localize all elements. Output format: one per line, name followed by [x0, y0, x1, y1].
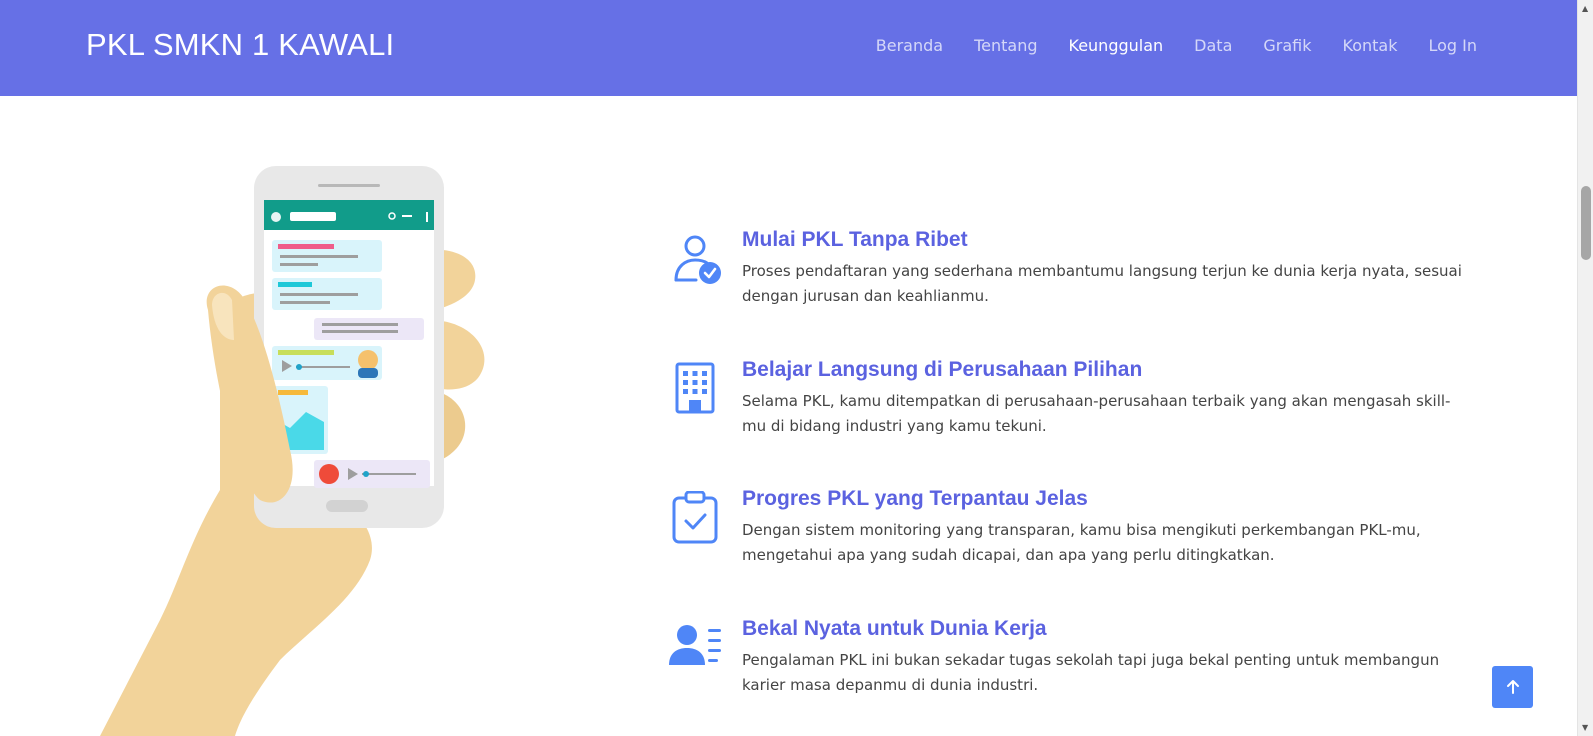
feature-title: Bekal Nyata untuk Dunia Kerja [742, 617, 1047, 640]
scroll-up-arrow-icon[interactable]: ▲ [1582, 4, 1588, 13]
scrollbar[interactable]: ▲ ▼ [1577, 0, 1593, 736]
feature-description: Selama PKL, kamu ditempatkan di perusaha… [742, 392, 1451, 435]
scrollbar-thumb[interactable] [1581, 186, 1591, 260]
nav-link-tentang[interactable]: Tentang [974, 36, 1037, 55]
feature-title: Belajar Langsung di Perusahaan Pilihan [742, 358, 1143, 381]
scroll-down-arrow-icon[interactable]: ▼ [1582, 723, 1588, 732]
back-to-top-button[interactable] [1492, 666, 1533, 708]
building-icon [675, 362, 715, 414]
nav-link-kontak[interactable]: Kontak [1343, 36, 1398, 55]
feature-title: Mulai PKL Tanpa Ribet [742, 228, 968, 251]
brand-logo-text[interactable]: PKL SMKN 1 KAWALI [86, 27, 394, 63]
nav-link-data[interactable]: Data [1194, 36, 1232, 55]
navbar: PKL SMKN 1 KAWALI Beranda Tentang Keungg… [0, 0, 1577, 96]
nav-link-keunggulan[interactable]: Keunggulan [1069, 36, 1164, 55]
feature-description: Dengan sistem monitoring yang transparan… [742, 521, 1421, 564]
user-check-icon [674, 235, 721, 284]
nav-link-grafik[interactable]: Grafik [1263, 36, 1311, 55]
feature-description: Proses pendaftaran yang sederhana memban… [742, 262, 1462, 305]
nav-link-beranda[interactable]: Beranda [876, 36, 943, 55]
arrow-up-icon [1506, 680, 1519, 694]
hand-phone-illustration [100, 166, 485, 736]
feature-description: Pengalaman PKL ini bukan sekadar tugas s… [742, 651, 1440, 694]
person-lines-icon [669, 625, 721, 665]
nav-link-login[interactable]: Log In [1428, 36, 1477, 55]
nav-menu: Beranda Tentang Keunggulan Data Grafik K… [876, 36, 1477, 55]
clipboard-check-icon [672, 491, 718, 544]
feature-title: Progres PKL yang Terpantau Jelas [742, 487, 1088, 510]
